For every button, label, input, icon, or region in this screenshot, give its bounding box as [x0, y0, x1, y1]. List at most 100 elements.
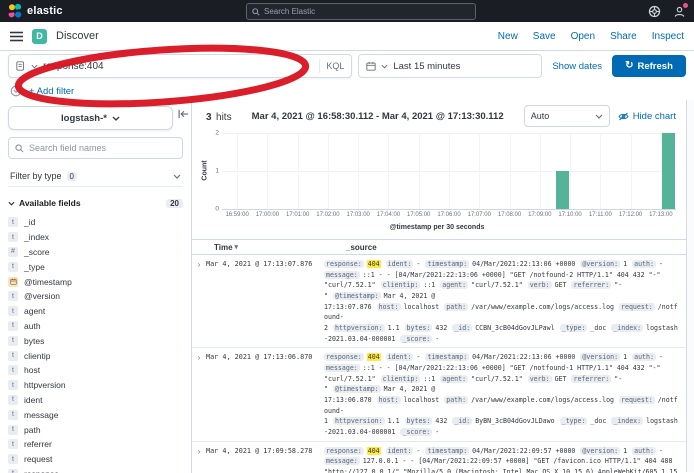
string-field-icon: t: [8, 321, 18, 331]
x-gridline: [328, 133, 329, 209]
scrollbar[interactable]: [686, 100, 694, 472]
sidebar-field-referrer[interactable]: treferrer: [8, 437, 183, 452]
expand-row-icon[interactable]: ›: [192, 259, 206, 344]
chevron-down-icon[interactable]: [381, 64, 388, 69]
expand-row-icon[interactable]: ›: [192, 446, 206, 473]
hide-chart-button[interactable]: Hide chart: [618, 111, 676, 122]
field-search-input[interactable]: Search field names: [8, 137, 183, 159]
sidebar-field-bytes[interactable]: tbytes: [8, 333, 183, 348]
source-field-name: request:: [619, 396, 655, 404]
time-range-label[interactable]: Last 15 minutes: [393, 61, 460, 72]
string-field-icon: t: [8, 336, 18, 346]
sidebar-field-auth[interactable]: tauth: [8, 319, 183, 334]
x-gridline: [358, 133, 359, 209]
chevron-down-icon: [112, 116, 120, 121]
source-field-name: ident:: [386, 447, 414, 455]
sidebar-field-index[interactable]: t_index: [8, 230, 183, 245]
date-picker[interactable]: Last 15 minutes: [358, 54, 542, 78]
string-field-icon: t: [8, 365, 18, 375]
sidebar-field-version[interactable]: t@version: [8, 289, 183, 304]
sidebar-field-message[interactable]: tmessage: [8, 407, 183, 422]
refresh-button[interactable]: ↻ Refresh: [612, 55, 686, 77]
sidebar-field-type[interactable]: t_type: [8, 259, 183, 274]
source-field-name: @version:: [580, 353, 620, 361]
x-gridline: [510, 133, 511, 209]
nav-action-open[interactable]: Open: [571, 31, 595, 42]
sidebar-field-timestamp[interactable]: @timestamp: [8, 274, 183, 289]
source-field-name: ident:: [386, 260, 414, 268]
table-row: ›Mar 4, 2021 @ 17:09:58.278response:404i…: [192, 442, 686, 473]
sidebar-field-agent[interactable]: tagent: [8, 304, 183, 319]
source-field-value: GET: [555, 281, 567, 289]
filter-options-icon[interactable]: [10, 85, 22, 97]
x-tick-label: 17:07:00: [468, 212, 491, 218]
x-tick-label: 17:08:00: [498, 212, 521, 218]
x-gridline: [388, 133, 389, 209]
table-row: ›Mar 4, 2021 @ 17:13:06.870response:404i…: [192, 348, 686, 441]
nav-action-share[interactable]: Share: [610, 31, 637, 42]
sidebar-field-ident[interactable]: tident: [8, 393, 183, 408]
histogram-bar[interactable]: [556, 171, 569, 209]
discover-app-icon[interactable]: D: [32, 29, 47, 44]
interval-select[interactable]: Auto: [524, 105, 610, 127]
source-field-value: ByBN_3cB04dGovJLDawo: [475, 417, 554, 425]
index-pattern-selector[interactable]: logstash-*: [8, 106, 173, 130]
saved-query-icon[interactable]: [16, 61, 26, 71]
nav-action-new[interactable]: New: [498, 31, 518, 42]
sidebar-field-response[interactable]: tresponse: [8, 467, 183, 473]
histogram-chart[interactable]: Count 012 16:59:0017:00:0017:01:0017:02:…: [198, 133, 676, 231]
nav-action-save[interactable]: Save: [533, 31, 556, 42]
histogram-bar[interactable]: [662, 133, 675, 209]
sidebar-field-id[interactable]: t_id: [8, 215, 183, 230]
string-field-icon: t: [8, 351, 18, 361]
x-tick-label: 17:04:00: [377, 212, 400, 218]
field-name: path: [24, 425, 41, 435]
query-text[interactable]: response:404: [43, 61, 314, 72]
source-field-name: httpversion:: [333, 324, 385, 332]
string-field-icon: t: [8, 410, 18, 420]
nav-action-inspect[interactable]: Inspect: [652, 31, 684, 42]
filter-by-type-dropdown[interactable]: Filter by type 0: [8, 166, 183, 187]
source-field-value: _doc: [590, 417, 606, 425]
query-input[interactable]: response:404 KQL: [8, 54, 352, 78]
chart-plot-area[interactable]: [222, 133, 676, 210]
nav-actions: New Save Open Share Inspect: [498, 31, 684, 42]
sidebar-field-request[interactable]: trequest: [8, 452, 183, 467]
logo-text: elastic: [27, 5, 63, 17]
source-field-name: @timestamp:: [333, 385, 381, 393]
chevron-down-icon: [595, 114, 603, 119]
menu-icon[interactable]: [10, 31, 23, 42]
sidebar-field-httpversion[interactable]: thttpversion: [8, 378, 183, 393]
source-field-name: bytes:: [405, 324, 433, 332]
fields-sidebar: logstash-* Search field names Filter by …: [0, 101, 192, 473]
add-filter-button[interactable]: + Add filter: [29, 86, 74, 97]
query-language-button[interactable]: KQL: [319, 59, 344, 73]
expand-row-icon[interactable]: ›: [192, 352, 206, 437]
show-dates-button[interactable]: Show dates: [548, 61, 606, 72]
available-fields-count-badge: 20: [166, 199, 183, 208]
x-tick-label: 17:09:00: [528, 212, 551, 218]
source-field-name: response:: [324, 353, 364, 361]
source-field-name: ident:: [386, 353, 414, 361]
x-tick-label: 17:06:00: [437, 212, 460, 218]
highlighted-value: 404: [367, 447, 381, 455]
global-search-input[interactable]: Search Elastic: [246, 3, 476, 20]
sidebar-field-clientip[interactable]: tclientip: [8, 348, 183, 363]
source-field-value: _doc: [590, 324, 606, 332]
number-field-icon: #: [8, 247, 18, 257]
x-gridline: [449, 133, 450, 209]
source-field-value: 1: [623, 260, 627, 268]
documents-table: Time▾ _source ›Mar 4, 2021 @ 17:13:07.87…: [192, 239, 686, 473]
help-icon[interactable]: [648, 5, 661, 18]
user-avatar[interactable]: [673, 5, 686, 18]
collapse-sidebar-icon[interactable]: [178, 109, 189, 119]
sidebar-field-score[interactable]: #_score: [8, 245, 183, 260]
sidebar-field-path[interactable]: tpath: [8, 422, 183, 437]
time-column-header[interactable]: Time▾: [192, 243, 346, 252]
x-gridline: [631, 133, 632, 209]
sidebar-field-host[interactable]: thost: [8, 363, 183, 378]
row-source: response:404ident:-timestamp:04/Mar/2021…: [324, 259, 686, 344]
chevron-down-icon[interactable]: [31, 64, 38, 69]
available-fields-header[interactable]: Available fields 20: [8, 198, 183, 208]
search-icon: [15, 144, 24, 153]
